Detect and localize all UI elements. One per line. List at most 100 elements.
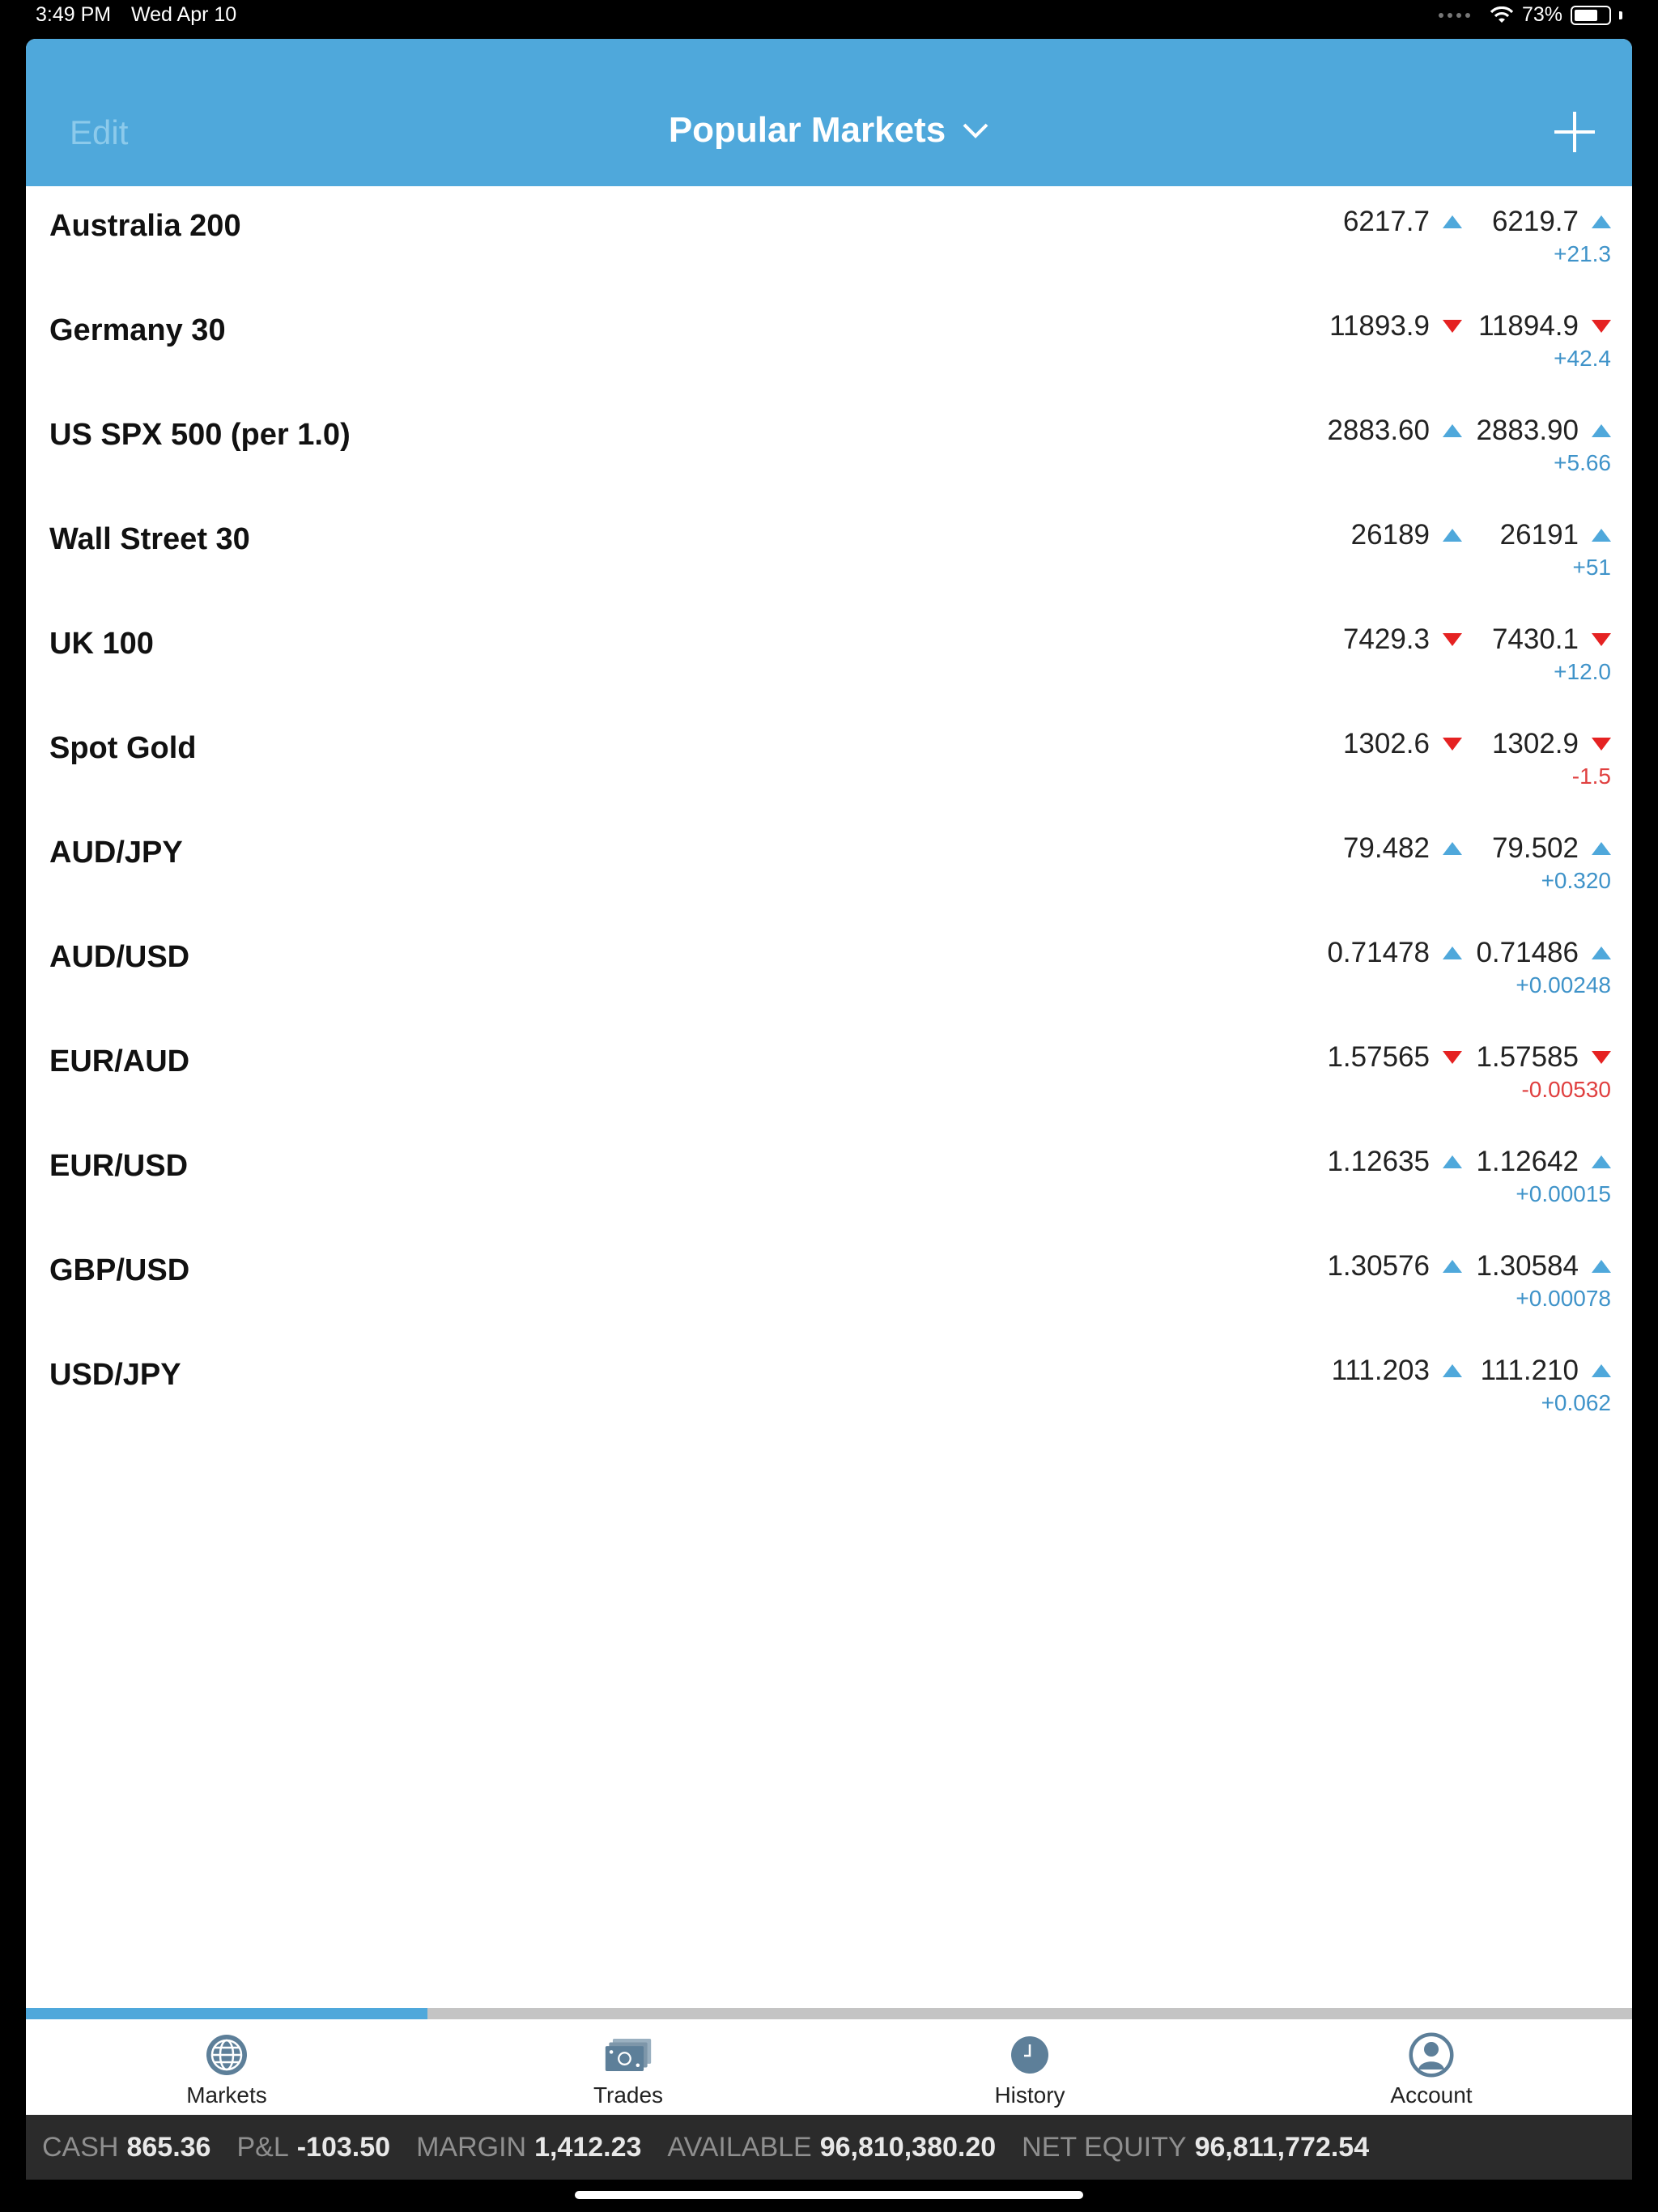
watchlist-selector[interactable]: Popular Markets <box>26 110 1632 151</box>
market-name: Wall Street 30 <box>49 522 250 556</box>
bid-price[interactable]: 79.482 <box>1343 832 1462 865</box>
market-row[interactable]: EUR/AUD 1.57565 1.57585 -0.00530 <box>26 1022 1632 1126</box>
market-row[interactable]: US SPX 500 (per 1.0) 2883.60 2883.90 +5.66 <box>26 395 1632 500</box>
bid-value: 1.57565 <box>1327 1041 1430 1073</box>
price-change: +21.3 <box>1554 241 1611 266</box>
market-name: EUR/AUD <box>49 1044 190 1078</box>
bid-price[interactable]: 1302.6 <box>1343 728 1462 760</box>
price-change: +0.062 <box>1541 1390 1611 1415</box>
market-row[interactable]: Germany 30 11893.9 11894.9 +42.4 <box>26 291 1632 395</box>
market-row[interactable]: AUD/JPY 79.482 79.502 +0.320 <box>26 813 1632 917</box>
pl-label: P&L <box>236 2131 289 2163</box>
market-row[interactable]: UK 100 7429.3 7430.1 +12.0 <box>26 604 1632 708</box>
ask-price[interactable]: 11894.9 <box>1478 310 1611 342</box>
tab-bar: Markets Trades History Account <box>26 2019 1632 2115</box>
ask-price[interactable]: 6219.7 <box>1492 206 1611 238</box>
home-indicator[interactable] <box>575 2191 1083 2199</box>
ask-price[interactable]: 1302.9 <box>1492 728 1611 760</box>
navigation-bar: Edit Popular Markets <box>26 39 1632 186</box>
ask-value: 26191 <box>1499 519 1579 551</box>
arrow-up-icon <box>1443 842 1462 855</box>
bid-price[interactable]: 0.71478 <box>1327 937 1462 969</box>
bid-price[interactable]: 11893.9 <box>1329 310 1462 342</box>
ask-value: 11894.9 <box>1478 310 1579 342</box>
market-name: GBP/USD <box>49 1253 190 1287</box>
market-row[interactable]: Spot Gold 1302.6 1302.9 -1.5 <box>26 708 1632 813</box>
market-name: Australia 200 <box>49 209 241 243</box>
tab-history[interactable]: History <box>829 2019 1231 2115</box>
tab-label-trades: Trades <box>593 2082 664 2108</box>
bid-value: 79.482 <box>1342 832 1430 864</box>
tab-indicator-track <box>26 2008 1632 2019</box>
ask-price[interactable]: 26191 <box>1500 519 1611 551</box>
globe-icon <box>202 2032 251 2078</box>
margin-label: MARGIN <box>416 2131 527 2163</box>
ask-value: 111.210 <box>1480 1355 1579 1386</box>
tab-label-history: History <box>994 2082 1065 2108</box>
cash-summary: CASH 865.36 <box>42 2132 210 2163</box>
arrow-up-icon <box>1443 946 1462 959</box>
market-name: EUR/USD <box>49 1149 189 1183</box>
page-title[interactable]: Popular Markets <box>669 110 946 151</box>
bid-price[interactable]: 7429.3 <box>1343 623 1462 656</box>
status-indicators: 73% <box>1438 3 1622 27</box>
arrow-up-icon <box>1443 1364 1462 1377</box>
bid-value: 1.30576 <box>1327 1250 1430 1282</box>
net-equity-label: NET EQUITY <box>1022 2131 1187 2163</box>
ask-price[interactable]: 1.12642 <box>1476 1146 1611 1178</box>
net-equity-summary: NET EQUITY 96,811,772.54 <box>1022 2132 1369 2163</box>
market-name: Spot Gold <box>49 731 197 765</box>
ask-price[interactable]: 0.71486 <box>1476 937 1611 969</box>
arrow-down-icon <box>1592 633 1611 646</box>
bid-price[interactable]: 2883.60 <box>1327 415 1462 447</box>
app-window: Edit Popular Markets Australia 200 6217.7… <box>26 39 1632 2115</box>
cash-value: 865.36 <box>126 2131 211 2163</box>
price-change: +0.00015 <box>1516 1181 1611 1206</box>
tab-trades[interactable]: Trades <box>427 2019 829 2115</box>
price-change: +42.4 <box>1554 346 1611 371</box>
arrow-down-icon <box>1592 738 1611 751</box>
market-row[interactable]: USD/JPY 111.203 111.210 +0.062 <box>26 1335 1632 1440</box>
arrow-up-icon <box>1592 215 1611 228</box>
chevron-down-icon[interactable] <box>962 121 989 139</box>
available-value: 96,810,380.20 <box>819 2131 997 2163</box>
ask-price[interactable]: 1.30584 <box>1476 1250 1611 1283</box>
tab-label-account: Account <box>1390 2082 1473 2108</box>
ask-value: 1.12642 <box>1476 1146 1579 1177</box>
ask-price[interactable]: 1.57585 <box>1476 1041 1611 1074</box>
market-row[interactable]: AUD/USD 0.71478 0.71486 +0.00248 <box>26 917 1632 1022</box>
ask-price[interactable]: 7430.1 <box>1492 623 1611 656</box>
battery-icon <box>1571 5 1611 25</box>
bid-value: 26189 <box>1350 519 1430 551</box>
market-row[interactable]: Australia 200 6217.7 6219.7 +21.3 <box>26 186 1632 291</box>
price-change: +0.00248 <box>1516 972 1611 998</box>
bid-value: 0.71478 <box>1327 937 1430 968</box>
add-icon[interactable] <box>1554 112 1595 152</box>
bid-price[interactable]: 1.12635 <box>1327 1146 1462 1178</box>
bid-price[interactable]: 1.30576 <box>1327 1250 1462 1283</box>
bid-value: 11893.9 <box>1329 310 1430 342</box>
ask-value: 79.502 <box>1491 832 1579 864</box>
ask-price[interactable]: 2883.90 <box>1476 415 1611 447</box>
market-name: Germany 30 <box>49 313 226 347</box>
margin-value: 1,412.23 <box>534 2131 642 2163</box>
ask-value: 1.30584 <box>1476 1250 1579 1282</box>
bid-price[interactable]: 111.203 <box>1332 1355 1462 1387</box>
market-row[interactable]: Wall Street 30 26189 26191 +51 <box>26 500 1632 604</box>
bid-value: 111.203 <box>1331 1355 1430 1386</box>
bid-price[interactable]: 1.57565 <box>1327 1041 1462 1074</box>
market-name: US SPX 500 (per 1.0) <box>49 418 351 452</box>
tab-account[interactable]: Account <box>1231 2019 1632 2115</box>
bid-price[interactable]: 26189 <box>1351 519 1462 551</box>
tab-markets[interactable]: Markets <box>26 2019 427 2115</box>
ask-price[interactable]: 79.502 <box>1492 832 1611 865</box>
market-row[interactable]: GBP/USD 1.30576 1.30584 +0.00078 <box>26 1231 1632 1335</box>
status-date: Wed Apr 10 <box>131 3 237 26</box>
market-row[interactable]: EUR/USD 1.12635 1.12642 +0.00015 <box>26 1126 1632 1231</box>
account-summary-bar: CASH 865.36 P&L -103.50 MARGIN 1,412.23 AVA… <box>26 2115 1632 2180</box>
pl-summary: P&L -103.50 <box>236 2132 390 2163</box>
ask-price[interactable]: 111.210 <box>1481 1355 1611 1387</box>
bid-price[interactable]: 6217.7 <box>1343 206 1462 238</box>
net-equity-value: 96,811,772.54 <box>1194 2131 1370 2163</box>
cash-icon <box>604 2032 653 2078</box>
